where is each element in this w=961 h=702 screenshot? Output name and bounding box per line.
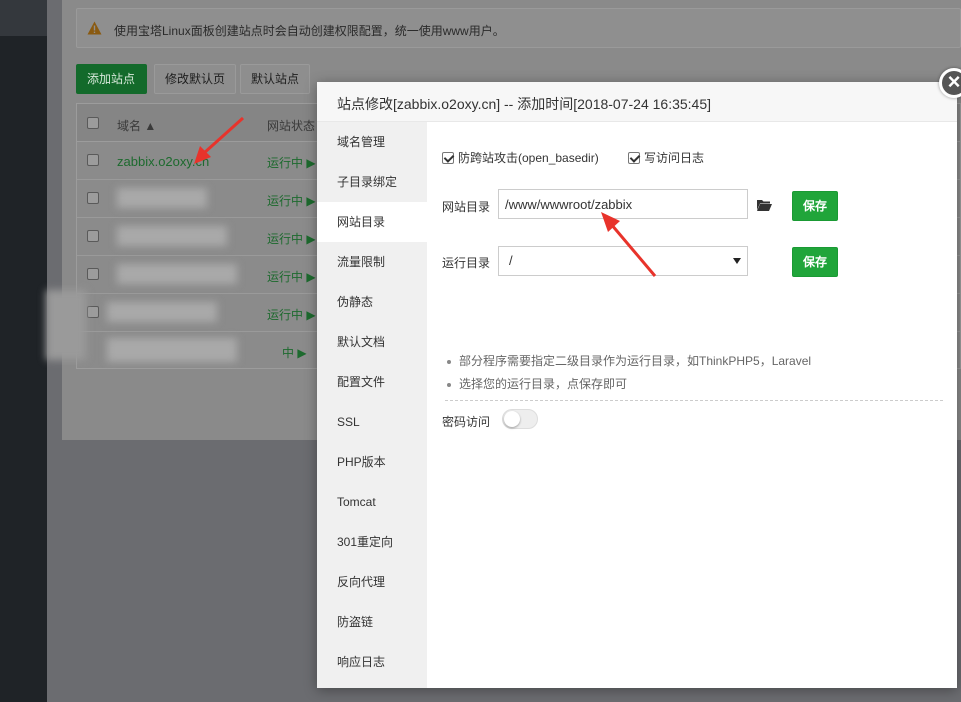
row-status[interactable]: 运行中 ▶ [267,154,316,171]
header-status[interactable]: 网站状态 [267,117,315,134]
open-basedir-checkbox[interactable]: 防跨站攻击(open_basedir) [442,150,599,166]
modal-header: 站点修改[zabbix.o2oxy.cn] -- 添加时间[2018-07-24… [317,82,957,122]
nav-rewrite[interactable]: 伪静态 [317,282,427,322]
password-access-toggle[interactable] [502,409,538,429]
run-dir-value: / [509,253,513,268]
row-checkbox[interactable] [87,154,99,166]
site-dir-input[interactable] [498,189,748,219]
open-basedir-label: 防跨站攻击(open_basedir) [458,151,599,165]
header-domain[interactable]: 域名 ▲ [117,117,156,134]
row-checkbox[interactable] [87,230,99,242]
redacted-domain [107,338,237,362]
row-checkbox[interactable] [87,268,99,280]
access-log-checkbox[interactable]: 写访问日志 [628,150,704,166]
nav-site-directory[interactable]: 网站目录 [317,202,427,242]
redacted-domain [107,302,217,322]
row-status[interactable]: 运行中 ▶ [267,268,316,285]
nav-default-document[interactable]: 默认文档 [317,322,427,362]
warning-icon [87,21,102,35]
nav-subdirectory-binding[interactable]: 子目录绑定 [317,162,427,202]
nav-reverse-proxy[interactable]: 反向代理 [317,562,427,602]
default-site-button[interactable]: 默认站点 [240,64,310,94]
tip-item: 选择您的运行目录，点保存即可 [445,373,943,396]
modal-nav: 域名管理 子目录绑定 网站目录 流量限制 伪静态 默认文档 配置文件 SSL P… [317,122,427,688]
redaction-smudge [46,290,86,360]
caret-down-icon [733,258,741,264]
redacted-domain [117,188,207,208]
edit-default-page-button[interactable]: 修改默认页 [154,64,236,94]
add-site-button[interactable]: 添加站点 [76,64,147,94]
tips-list: 部分程序需要指定二级目录作为运行目录，如ThinkPHP5，Laravel 选择… [445,350,943,401]
folder-open-icon[interactable] [756,198,772,212]
notice-bar: 使用宝塔Linux面板创建站点时会自动创建权限配置，统一使用www用户。 [76,8,961,48]
modal-body: 防跨站攻击(open_basedir) 写访问日志 网站目录 保存 运行目录 /… [427,122,957,688]
modal-title: 站点修改[zabbix.o2oxy.cn] -- 添加时间[2018-07-24… [337,96,712,112]
row-checkbox[interactable] [87,306,99,318]
save-site-dir-button[interactable]: 保存 [792,191,838,221]
site-dir-label: 网站目录 [442,200,491,214]
tip-item: 部分程序需要指定二级目录作为运行目录，如ThinkPHP5，Laravel [445,350,943,373]
nav-response-log[interactable]: 响应日志 [317,642,427,682]
nav-domain-management[interactable]: 域名管理 [317,122,427,162]
select-all-checkbox[interactable] [87,117,99,129]
sidebar-active-item[interactable] [0,0,47,36]
nav-php-version[interactable]: PHP版本 [317,442,427,482]
site-edit-modal: 站点修改[zabbix.o2oxy.cn] -- 添加时间[2018-07-24… [317,82,957,688]
access-log-label: 写访问日志 [644,151,705,165]
row-domain[interactable]: zabbix.o2oxy.cn [117,154,209,169]
nav-config-file[interactable]: 配置文件 [317,362,427,402]
row-status[interactable]: 运行中 ▶ [267,306,316,323]
row-status[interactable]: 运行中 ▶ [267,230,316,247]
notice-text: 使用宝塔Linux面板创建站点时会自动创建权限配置，统一使用www用户。 [114,24,505,38]
redacted-domain [117,226,227,246]
run-dir-select[interactable]: / [498,246,748,276]
nav-hotlink-protection[interactable]: 防盗链 [317,602,427,642]
checkbox-checked-icon[interactable] [442,152,454,164]
nav-traffic-limit[interactable]: 流量限制 [317,242,427,282]
save-run-dir-button[interactable]: 保存 [792,247,838,277]
nav-ssl[interactable]: SSL [317,402,427,442]
run-dir-label: 运行目录 [442,256,491,270]
redacted-domain [117,264,237,284]
row-status[interactable]: 中 ▶ [282,344,307,361]
app-sidebar [0,0,47,702]
close-modal-button[interactable]: × [939,68,961,98]
checkbox-checked-icon[interactable] [628,152,640,164]
row-status[interactable]: 运行中 ▶ [267,192,316,209]
toggle-knob [504,411,520,427]
nav-tomcat[interactable]: Tomcat [317,482,427,522]
nav-301-redirect[interactable]: 301重定向 [317,522,427,562]
row-checkbox[interactable] [87,192,99,204]
password-access-label: 密码访问 [442,415,491,429]
